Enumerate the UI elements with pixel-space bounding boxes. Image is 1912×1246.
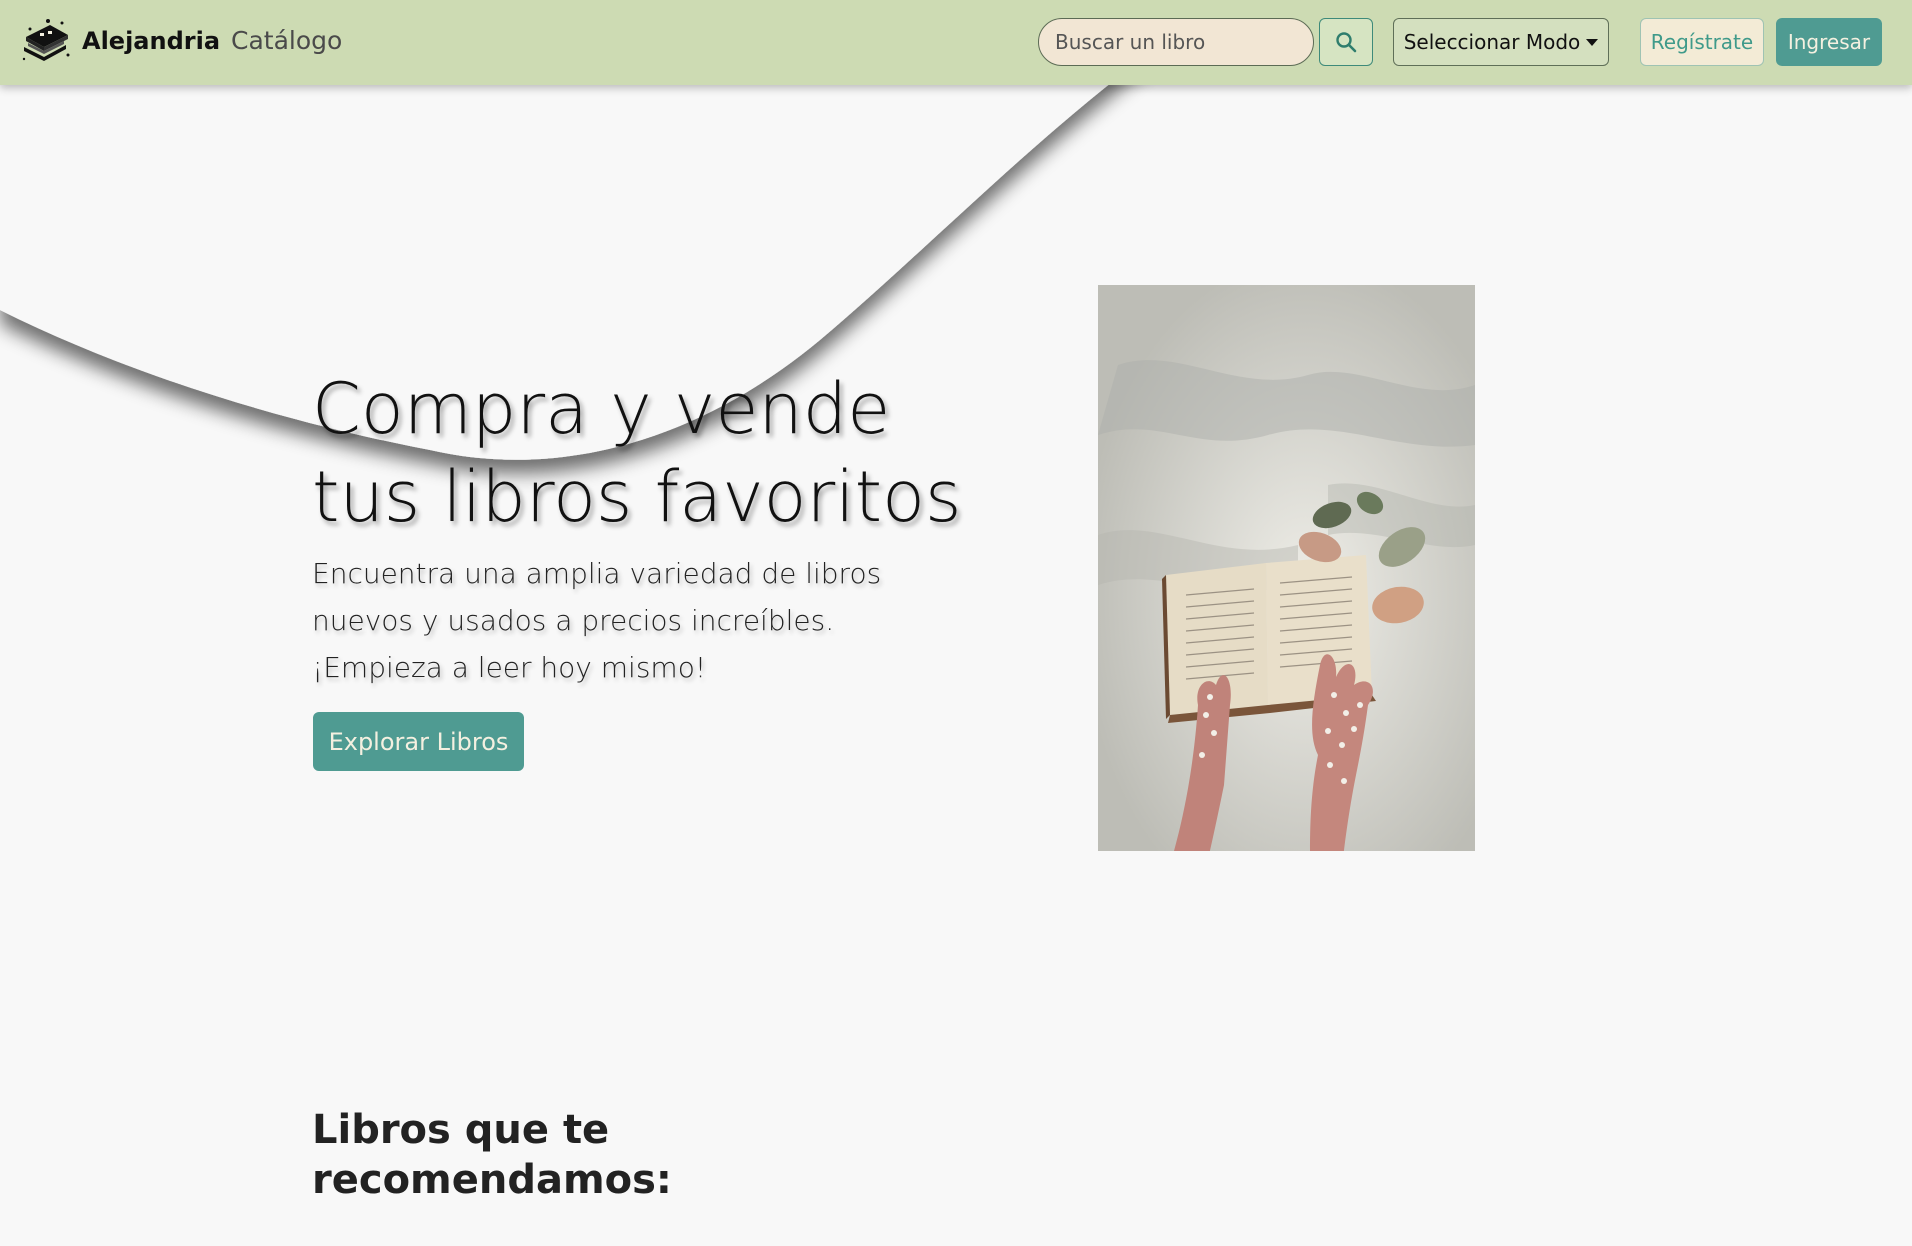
- search-input[interactable]: [1038, 18, 1314, 66]
- nav-link-catalog[interactable]: Catálogo: [231, 26, 342, 55]
- brand-name: Alejandria: [82, 27, 221, 55]
- book-stack-logo-icon: [22, 19, 70, 61]
- hero-title: Compra y vende tus libros favoritos: [312, 368, 962, 538]
- search-button[interactable]: [1319, 18, 1373, 66]
- navbar: Alejandria Catálogo Seleccionar Modo Reg…: [0, 0, 1912, 85]
- search-icon: [1336, 32, 1357, 53]
- mode-select-label: Seleccionar Modo: [1403, 30, 1581, 54]
- caret-down-icon: [1586, 38, 1599, 46]
- hero-subtitle: Encuentra una amplia variedad de libros …: [312, 557, 882, 684]
- recommended-books-title: Libros que te recomendamos:: [312, 1107, 672, 1203]
- mode-select-button[interactable]: Seleccionar Modo: [1393, 18, 1609, 66]
- login-button[interactable]: Ingresar: [1776, 18, 1882, 66]
- brand[interactable]: Alejandria: [20, 15, 220, 67]
- explore-books-button[interactable]: Explorar Libros: [313, 712, 524, 771]
- register-button[interactable]: Regístrate: [1640, 18, 1764, 66]
- book-photo-illustration: [1098, 285, 1475, 851]
- hero-book-photo: [1098, 285, 1475, 851]
